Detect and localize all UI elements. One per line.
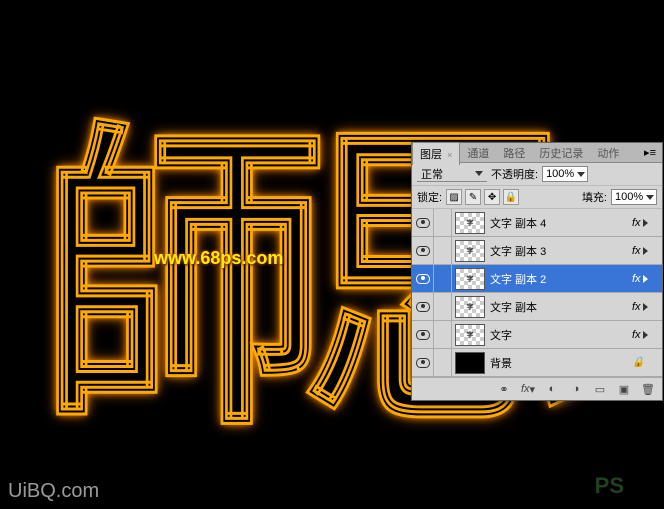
lock-fill-row: 锁定: ▨ ✎ ✥ 🔒 填充: 100% [412, 186, 662, 209]
fill-label: 填充: [582, 189, 607, 205]
fx-label: fx [632, 301, 641, 313]
eye-icon [416, 246, 430, 256]
layer-thumbnail[interactable] [455, 352, 485, 374]
layer-name[interactable]: 文字 副本 3 [488, 243, 632, 259]
fx-label: fx [632, 273, 641, 285]
layer-row[interactable]: 背景🔒 [412, 349, 662, 377]
group-icon[interactable]: ▭ [592, 382, 608, 396]
visibility-toggle[interactable] [412, 321, 434, 348]
panel-footer: ⚭ fx▾ ◐ ◑ ▭ ▣ 🗑 [412, 377, 662, 400]
layer-thumbnail[interactable]: 字 [455, 212, 485, 234]
layer-list: 字文字 副本 4fx字文字 副本 3fx字文字 副本 2fx字文字 副本fx字文… [412, 209, 662, 377]
eye-icon [416, 330, 430, 340]
adjustment-layer-icon[interactable]: ◑ [568, 382, 584, 396]
fx-label: fx [632, 329, 641, 341]
layer-name[interactable]: 文字 副本 2 [488, 271, 632, 287]
thumb-glyph: 字 [456, 269, 484, 289]
tab-channels[interactable]: 通道 [460, 142, 496, 164]
layer-fx-indicator[interactable]: fx [632, 217, 662, 229]
fx-label: fx [632, 217, 641, 229]
chevron-right-icon [643, 303, 648, 311]
new-layer-icon[interactable]: ▣ [616, 382, 632, 396]
opacity-label: 不透明度: [491, 166, 538, 182]
layer-row[interactable]: 字文字 副本 3fx [412, 237, 662, 265]
lock-icon: 🔒 [632, 357, 644, 368]
layer-row[interactable]: 字文字 副本 2fx [412, 265, 662, 293]
close-icon[interactable]: × [447, 150, 452, 160]
thumb-glyph: 字 [456, 241, 484, 261]
visibility-toggle[interactable] [412, 349, 434, 376]
opacity-input[interactable]: 100% [542, 166, 588, 182]
layer-fx-indicator[interactable]: fx [632, 245, 662, 257]
layer-mask-icon[interactable]: ◐ [544, 382, 560, 396]
lock-transparency-icon[interactable]: ▨ [446, 189, 462, 205]
visibility-toggle[interactable] [412, 265, 434, 292]
visibility-toggle[interactable] [412, 293, 434, 320]
chevron-down-icon [475, 171, 483, 176]
fill-input[interactable]: 100% [611, 189, 657, 205]
layer-thumbnail[interactable]: 字 [455, 240, 485, 262]
fill-value: 100% [615, 191, 643, 203]
watermark-uibq: UiBQ.com [8, 480, 99, 503]
layer-style-icon[interactable]: fx▾ [520, 382, 536, 396]
trash-icon[interactable]: 🗑 [640, 382, 656, 396]
layer-row[interactable]: 字文字fx [412, 321, 662, 349]
panel-tabs: 图层 × 通道 路径 历史记录 动作 ▸≡ [412, 143, 662, 163]
link-layers-icon[interactable]: ⚭ [496, 382, 512, 396]
link-col [434, 237, 452, 264]
fx-label: fx [632, 245, 641, 257]
visibility-toggle[interactable] [412, 237, 434, 264]
layer-thumbnail[interactable]: 字 [455, 268, 485, 290]
layer-row[interactable]: 字文字 副本fx [412, 293, 662, 321]
layer-row[interactable]: 字文字 副本 4fx [412, 209, 662, 237]
chevron-right-icon [643, 331, 648, 339]
tab-layers[interactable]: 图层 × [412, 142, 460, 165]
chevron-down-icon [577, 172, 585, 177]
tab-paths[interactable]: 路径 [496, 142, 532, 164]
watermark-url: www.68ps.com [154, 248, 283, 269]
layer-name[interactable]: 文字 [488, 327, 632, 343]
tab-layers-label: 图层 [420, 149, 442, 161]
visibility-toggle[interactable] [412, 209, 434, 236]
layer-fx-indicator[interactable]: 🔒 [632, 357, 662, 368]
lock-position-icon[interactable]: ✥ [484, 189, 500, 205]
panel-menu-button[interactable]: ▸≡ [638, 146, 662, 159]
blend-mode-dropdown[interactable]: 正常 [417, 166, 487, 182]
chevron-right-icon [643, 275, 648, 283]
layers-panel: 图层 × 通道 路径 历史记录 动作 ▸≡ 正常 不透明度: 100% 锁定: … [411, 142, 663, 401]
link-col [434, 209, 452, 236]
layer-thumbnail[interactable]: 字 [455, 296, 485, 318]
blend-opacity-row: 正常 不透明度: 100% [412, 163, 662, 186]
lock-pixels-icon[interactable]: ✎ [465, 189, 481, 205]
opacity-value: 100% [546, 168, 574, 180]
link-col [434, 349, 452, 376]
lock-icons-group: ▨ ✎ ✥ 🔒 [446, 189, 519, 205]
link-col [434, 321, 452, 348]
layer-fx-indicator[interactable]: fx [632, 301, 662, 313]
tab-history[interactable]: 历史记录 [532, 142, 590, 164]
layer-fx-indicator[interactable]: fx [632, 329, 662, 341]
lock-all-icon[interactable]: 🔒 [503, 189, 519, 205]
lock-label: 锁定: [417, 189, 442, 205]
link-col [434, 293, 452, 320]
watermark-ps: PS [595, 473, 624, 499]
eye-icon [416, 358, 430, 368]
eye-icon [416, 302, 430, 312]
thumb-glyph: 字 [456, 213, 484, 233]
layer-name[interactable]: 文字 副本 [488, 299, 632, 315]
link-col [434, 265, 452, 292]
blend-mode-value: 正常 [421, 166, 443, 182]
chevron-right-icon [643, 219, 648, 227]
eye-icon [416, 274, 430, 284]
chevron-down-icon [646, 195, 654, 200]
layer-thumbnail[interactable]: 字 [455, 324, 485, 346]
layer-name[interactable]: 文字 副本 4 [488, 215, 632, 231]
layer-fx-indicator[interactable]: fx [632, 273, 662, 285]
eye-icon [416, 218, 430, 228]
tab-actions[interactable]: 动作 [590, 142, 626, 164]
thumb-glyph: 字 [456, 297, 484, 317]
thumb-glyph: 字 [456, 325, 484, 345]
layer-name[interactable]: 背景 [488, 355, 632, 371]
chevron-right-icon [643, 247, 648, 255]
